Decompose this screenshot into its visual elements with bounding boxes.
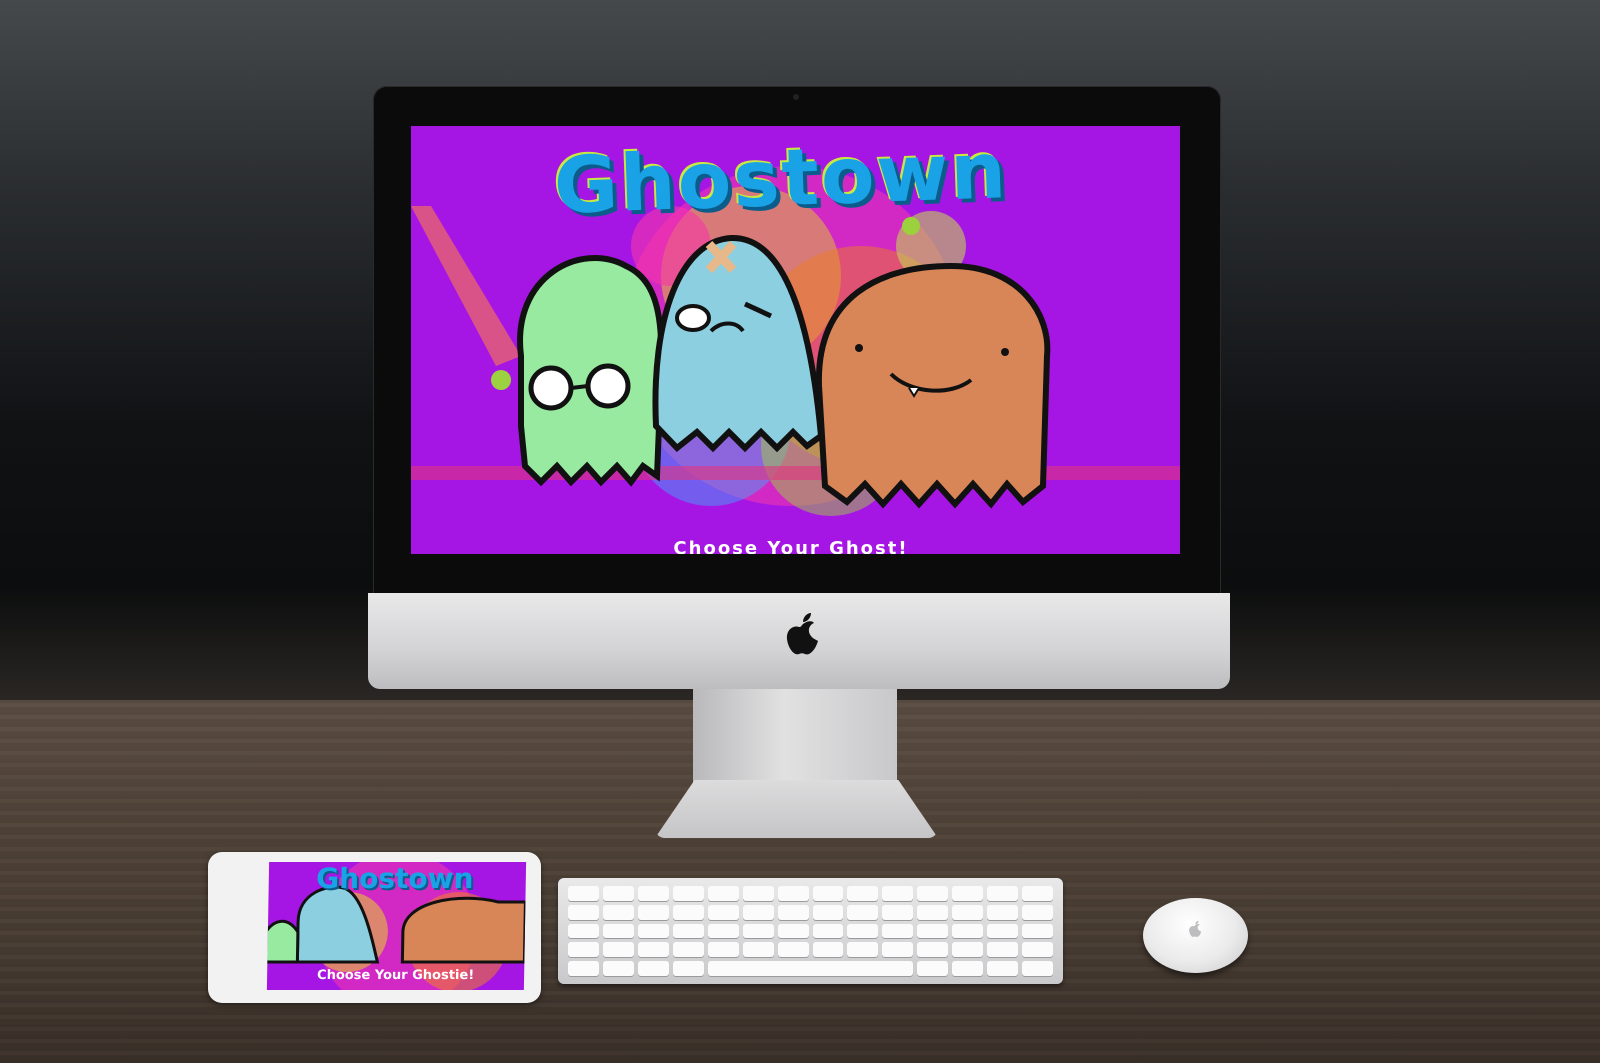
ipad-game-title: Ghostown bbox=[315, 862, 474, 895]
key bbox=[672, 886, 704, 901]
key bbox=[917, 961, 949, 976]
key bbox=[812, 904, 844, 920]
key bbox=[637, 923, 669, 939]
key bbox=[917, 886, 949, 901]
key bbox=[637, 942, 669, 958]
key bbox=[987, 923, 1019, 939]
key bbox=[812, 942, 844, 958]
key bbox=[987, 961, 1019, 976]
key bbox=[602, 904, 634, 920]
key bbox=[637, 886, 669, 901]
key bbox=[568, 904, 599, 920]
key bbox=[1022, 942, 1053, 958]
key bbox=[847, 904, 879, 920]
key bbox=[777, 904, 809, 920]
key bbox=[917, 942, 949, 958]
apple-logo-icon bbox=[1189, 920, 1202, 937]
key bbox=[777, 942, 809, 958]
key bbox=[568, 961, 599, 976]
key bbox=[1022, 886, 1053, 901]
key bbox=[672, 923, 704, 939]
key bbox=[917, 923, 949, 939]
key bbox=[602, 942, 634, 958]
key bbox=[812, 923, 844, 939]
key bbox=[672, 942, 704, 958]
imac-chin bbox=[368, 593, 1230, 689]
key bbox=[952, 923, 984, 939]
key bbox=[987, 942, 1019, 958]
key bbox=[882, 942, 914, 958]
key bbox=[952, 961, 984, 976]
key bbox=[847, 923, 879, 939]
key bbox=[602, 886, 634, 901]
green-ghost bbox=[517, 255, 665, 487]
key bbox=[847, 886, 879, 901]
ipad-screen: Ghostown Choose Your Ghostie! bbox=[266, 862, 527, 990]
key bbox=[637, 904, 669, 920]
key bbox=[672, 904, 704, 920]
key bbox=[742, 886, 774, 901]
key bbox=[882, 904, 914, 920]
key bbox=[568, 923, 599, 939]
key bbox=[777, 923, 809, 939]
camera-icon bbox=[793, 94, 799, 100]
space-key bbox=[707, 961, 914, 976]
orange-ghost bbox=[815, 262, 1051, 509]
key bbox=[602, 923, 634, 939]
key bbox=[707, 904, 739, 920]
key bbox=[952, 886, 984, 901]
key bbox=[707, 923, 739, 939]
key bbox=[917, 904, 949, 920]
keyboard bbox=[558, 878, 1063, 984]
key bbox=[742, 904, 774, 920]
key bbox=[952, 904, 984, 920]
imac-screen: Ghostown Choose Your Ghost! bbox=[411, 126, 1180, 554]
key bbox=[1022, 923, 1053, 939]
key bbox=[882, 923, 914, 939]
imac-stand bbox=[693, 689, 897, 789]
key bbox=[952, 942, 984, 958]
key bbox=[707, 886, 739, 901]
key bbox=[742, 923, 774, 939]
key bbox=[987, 904, 1019, 920]
game-title: Ghostown bbox=[552, 126, 1010, 232]
key bbox=[742, 942, 774, 958]
mouse bbox=[1143, 898, 1248, 973]
key bbox=[672, 961, 704, 976]
key bbox=[882, 886, 914, 901]
key bbox=[812, 886, 844, 901]
key bbox=[568, 942, 599, 958]
key bbox=[602, 961, 634, 976]
key bbox=[637, 961, 669, 976]
key bbox=[707, 942, 739, 958]
key bbox=[568, 886, 599, 901]
imac-stand-base bbox=[655, 780, 938, 838]
key bbox=[777, 886, 809, 901]
apple-logo-icon bbox=[786, 613, 818, 655]
screen-caption: Choose Your Ghost! bbox=[673, 538, 909, 554]
key bbox=[987, 886, 1019, 901]
key bbox=[847, 942, 879, 958]
ipad-caption: Choose Your Ghostie! bbox=[316, 968, 475, 983]
key bbox=[1022, 961, 1053, 976]
key bbox=[1022, 904, 1053, 920]
